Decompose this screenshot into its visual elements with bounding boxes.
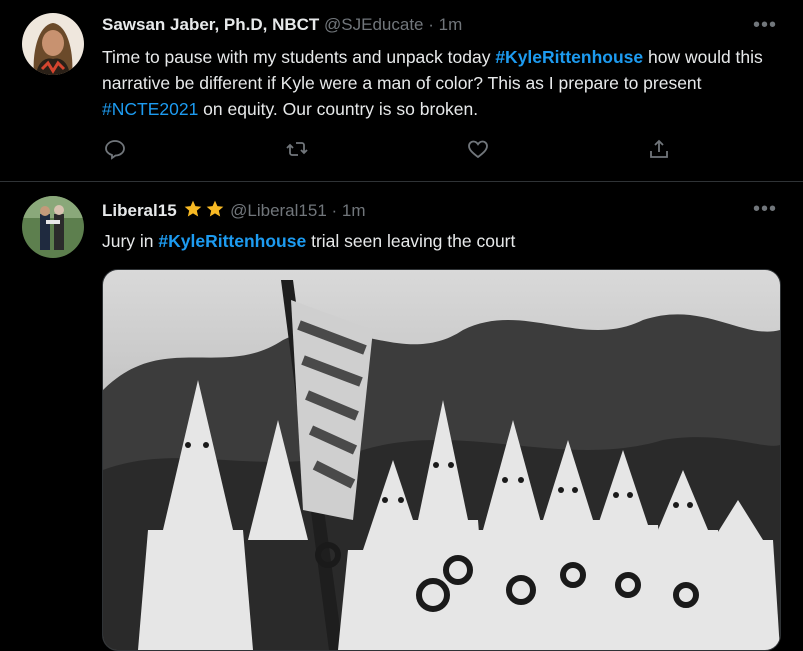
tweet-timestamp[interactable]: 1m bbox=[439, 15, 463, 34]
avatar-liberal15[interactable] bbox=[22, 196, 84, 258]
tweet-timestamp[interactable]: 1m bbox=[342, 201, 366, 220]
more-icon[interactable]: ••• bbox=[753, 198, 777, 221]
author-handle[interactable]: @Liberal151 bbox=[230, 201, 327, 220]
retweet-icon[interactable] bbox=[285, 137, 311, 163]
separator-dot: · bbox=[331, 201, 338, 220]
avatar-sawsan[interactable] bbox=[22, 13, 84, 75]
star-icon bbox=[205, 199, 225, 224]
hashtag-link[interactable]: #KyleRittenhouse bbox=[158, 231, 306, 251]
author-handle[interactable]: @SJEducate bbox=[324, 15, 423, 34]
reply-icon[interactable] bbox=[103, 137, 129, 163]
star-icon bbox=[183, 199, 203, 224]
like-icon[interactable] bbox=[466, 137, 492, 163]
tweet-text: Time to pause with my students and unpac… bbox=[102, 44, 782, 122]
tweet-text-part: trial seen leaving the court bbox=[306, 231, 516, 251]
tweet-liberal15[interactable]: Liberal15 @Liberal151 · 1m ••• Jury in #… bbox=[0, 182, 803, 651]
share-icon[interactable] bbox=[647, 137, 673, 163]
tweet-image[interactable] bbox=[102, 269, 781, 651]
tweet-sawsan[interactable]: Sawsan Jaber, Ph.D, NBCT @SJEducate · 1m… bbox=[0, 0, 803, 182]
author-name[interactable]: Sawsan Jaber, Ph.D, NBCT bbox=[102, 15, 319, 34]
hashtag-link[interactable]: #KyleRittenhouse bbox=[495, 47, 643, 67]
tweet-text-part: Jury in bbox=[102, 231, 159, 251]
separator-dot: · bbox=[428, 15, 434, 34]
tweet-header: Sawsan Jaber, Ph.D, NBCT @SJEducate · 1m bbox=[102, 15, 462, 35]
tweet-text: Jury in #KyleRittenhouse trial seen leav… bbox=[102, 228, 782, 254]
tweet-text-part: Time to pause with my students and unpac… bbox=[102, 47, 496, 67]
hashtag-link[interactable]: #NCTE2021 bbox=[102, 99, 198, 119]
tweet-text-part: on equity. Our country is so broken. bbox=[198, 99, 479, 119]
tweet-actions bbox=[0, 137, 803, 165]
tweet-header: Liberal15 @Liberal151 · 1m bbox=[102, 199, 366, 224]
more-icon[interactable]: ••• bbox=[753, 14, 777, 37]
author-name[interactable]: Liberal15 bbox=[102, 201, 177, 220]
